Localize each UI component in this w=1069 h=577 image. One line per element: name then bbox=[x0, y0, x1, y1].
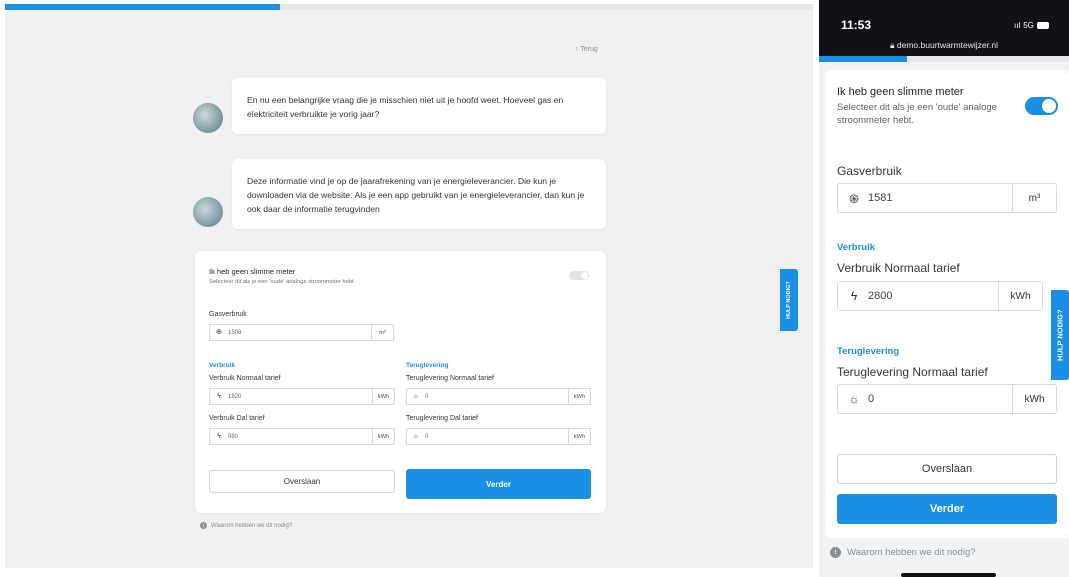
dal-label: Verbruik Dal tarief bbox=[209, 415, 265, 422]
no-smart-meter-title: Ik heb geen slimme meter bbox=[837, 86, 964, 98]
gas-label: Gasverbruik bbox=[209, 311, 247, 318]
chat-bubble-2: Deze informatie vind je op de jaarafreke… bbox=[232, 159, 606, 229]
info-icon: i bbox=[830, 547, 841, 558]
assistant-avatar bbox=[193, 103, 223, 133]
lock-icon: 🔒︎ bbox=[889, 40, 895, 50]
no-smart-meter-subtitle: Selecteer dit als je een 'oude' analoge … bbox=[837, 102, 997, 126]
bolt-icon: ϟ bbox=[217, 433, 221, 440]
usage-form: Ik heb geen slimme meter Selecteer dit a… bbox=[195, 251, 606, 513]
chat-bubble-2-text: Deze informatie vind je op de jaarafreke… bbox=[247, 176, 585, 214]
no-smart-meter-subtitle: Selecteer dit als je een 'oude' analoge … bbox=[209, 279, 356, 285]
terug-dal-input[interactable]: ☼ 0 kWh bbox=[406, 428, 591, 445]
normaal-label: Verbruik Normaal tarief bbox=[209, 375, 281, 382]
home-indicator bbox=[901, 573, 996, 577]
mobile-page: Ik heb geen slimme meter Selecteer dit a… bbox=[819, 56, 1069, 577]
toggle-knob bbox=[1042, 99, 1056, 113]
terug-normaal-unit: kWh bbox=[568, 389, 590, 404]
chat-bubble-1: En nu een belangrijke vraag die je missc… bbox=[232, 78, 606, 134]
next-button[interactable]: Verder bbox=[837, 494, 1057, 524]
progress-fill bbox=[5, 4, 280, 10]
progress-bar bbox=[5, 4, 813, 10]
chat-bubble-1-text: En nu een belangrijke vraag die je missc… bbox=[247, 95, 564, 119]
terug-dal-unit: kWh bbox=[568, 429, 590, 444]
status-time: 11:53 bbox=[841, 18, 872, 32]
address-url: demo.buurtwarmtewijzer.nl bbox=[896, 40, 998, 50]
gas-value: 1581 bbox=[868, 192, 893, 204]
no-smart-meter-title: Ik heb geen slimme meter bbox=[209, 267, 296, 276]
skip-button[interactable]: Overslaan bbox=[209, 470, 395, 493]
no-smart-meter-toggle[interactable] bbox=[1025, 97, 1058, 115]
gas-label: Gasverbruik bbox=[837, 164, 902, 178]
gas-unit: m³ bbox=[371, 325, 393, 340]
why-link-text: Waarom hebben we dit nodig? bbox=[847, 547, 976, 558]
normaal-label: Verbruik Normaal tarief bbox=[837, 261, 960, 275]
normaal-value: 2800 bbox=[868, 290, 893, 302]
terug-normaal-value: 0 bbox=[868, 393, 875, 405]
signal-icon: ııl bbox=[1014, 21, 1021, 30]
gas-input[interactable]: ֍ 1581 m³ bbox=[837, 183, 1057, 213]
battery-icon bbox=[1036, 22, 1049, 29]
assistant-avatar bbox=[193, 197, 223, 227]
gas-input[interactable]: ֍ 1508 m³ bbox=[209, 324, 394, 341]
teruglevering-header: Teruglevering bbox=[406, 362, 449, 369]
screenshot-root: ↑ Terug En nu een belangrijke vraag die … bbox=[0, 0, 1069, 577]
terug-normaal-input[interactable]: ☼ 0 kWh bbox=[837, 384, 1057, 414]
why-link-text: Waarom hebben we dit nodig? bbox=[211, 522, 293, 529]
info-icon: i bbox=[200, 522, 207, 529]
terug-normaal-unit: kWh bbox=[1012, 385, 1056, 413]
normaal-input[interactable]: ϟ 2800 kWh bbox=[837, 281, 1043, 311]
dal-value: 980 bbox=[228, 433, 239, 440]
skip-button[interactable]: Overslaan bbox=[837, 454, 1057, 484]
terug-normaal-value: 0 bbox=[425, 393, 429, 400]
progress-fill bbox=[819, 56, 907, 62]
network-type: 5G bbox=[1023, 21, 1034, 30]
normaal-value: 1820 bbox=[228, 393, 242, 400]
terug-normaal-input[interactable]: ☼ 0 kWh bbox=[406, 388, 591, 405]
verbruik-header: Verbruik bbox=[209, 362, 236, 369]
gas-unit: m³ bbox=[1012, 184, 1056, 212]
terug-dal-value: 0 bbox=[425, 433, 429, 440]
terug-normaal-label: Teruglevering Normaal tarief bbox=[837, 365, 988, 379]
back-link[interactable]: ↑ Terug bbox=[575, 46, 598, 53]
next-button[interactable]: Verder bbox=[406, 469, 591, 499]
verbruik-header: Verbruik bbox=[837, 242, 876, 253]
normaal-input[interactable]: ϟ 1820 kWh bbox=[209, 388, 395, 405]
normaal-unit: kWh bbox=[372, 389, 394, 404]
normaal-unit: kWh bbox=[998, 282, 1042, 310]
help-tab[interactable]: HULP NODIG? bbox=[1051, 290, 1069, 380]
sun-icon: ☼ bbox=[848, 392, 860, 406]
address-bar[interactable]: 🔒︎ demo.buurtwarmtewijzer.nl bbox=[819, 40, 1069, 51]
sun-icon: ☼ bbox=[412, 433, 420, 440]
bolt-icon: ϟ bbox=[217, 393, 221, 400]
progress-bar bbox=[819, 56, 1069, 62]
gas-flame-icon: ֍ bbox=[849, 191, 859, 206]
why-link[interactable]: i Waarom hebben we dit nodig? bbox=[830, 547, 976, 558]
toggle-knob bbox=[581, 272, 588, 279]
help-tab[interactable]: HULP NODIG? bbox=[780, 269, 798, 331]
why-link[interactable]: i Waarom hebben we dit nodig? bbox=[200, 522, 292, 529]
terug-dal-label: Teruglevering Dal tarief bbox=[406, 415, 478, 422]
desktop-view: ↑ Terug En nu een belangrijke vraag die … bbox=[5, 4, 813, 568]
mobile-view: 11:53 ııl 5G 🔒︎ demo.buurtwarmtewijzer.n… bbox=[819, 0, 1069, 577]
terug-normaal-label: Teruglevering Normaal tarief bbox=[406, 375, 494, 382]
gas-value: 1508 bbox=[228, 329, 242, 336]
sun-icon: ☼ bbox=[412, 393, 420, 400]
dal-unit: kWh bbox=[372, 429, 394, 444]
status-icons: ııl 5G bbox=[1014, 21, 1049, 30]
gas-flame-icon: ֍ bbox=[216, 329, 222, 336]
no-smart-meter-toggle[interactable] bbox=[569, 271, 589, 280]
teruglevering-header: Teruglevering bbox=[837, 346, 900, 357]
usage-form: Ik heb geen slimme meter Selecteer dit a… bbox=[825, 70, 1069, 538]
dal-input[interactable]: ϟ 980 kWh bbox=[209, 428, 395, 445]
bolt-icon: ϟ bbox=[850, 289, 858, 303]
